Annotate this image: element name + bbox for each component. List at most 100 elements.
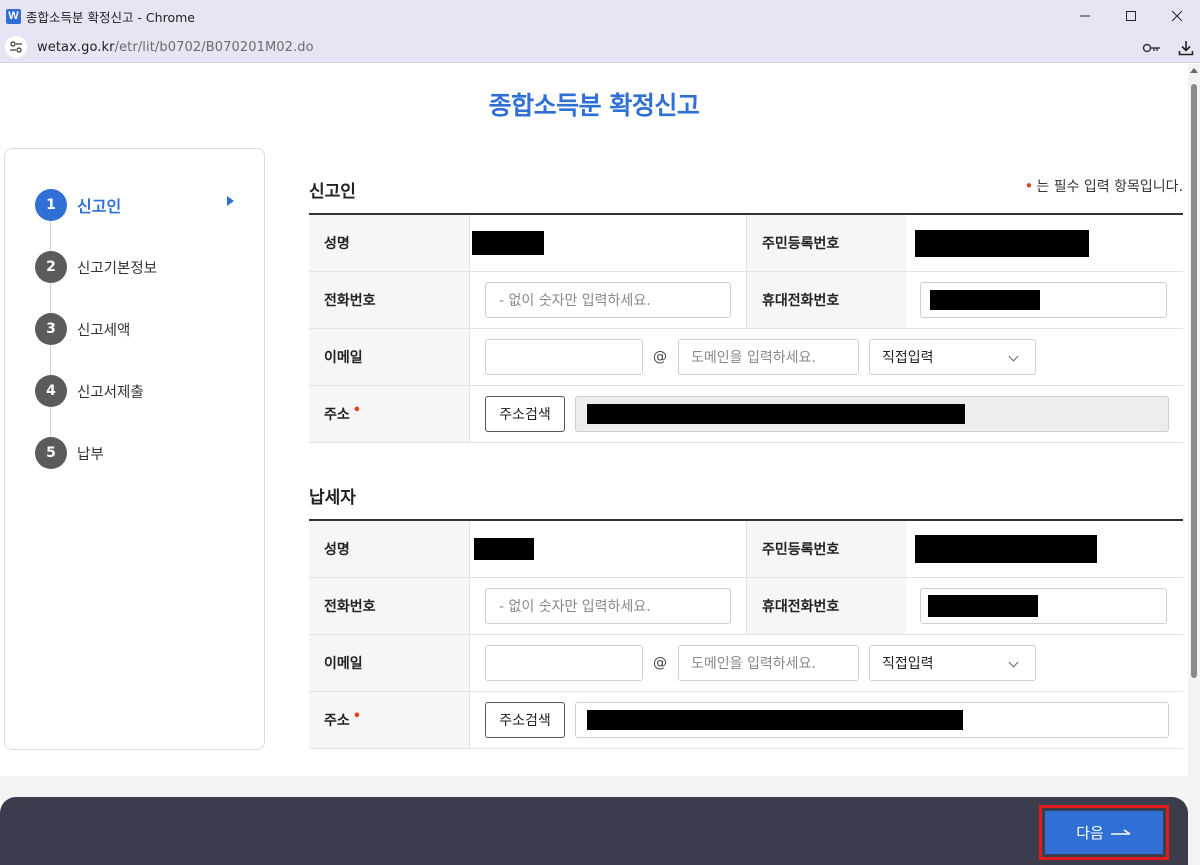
address-label-cell: 주소 • <box>309 386 469 442</box>
phone-cell: - 없이 숫자만 입력하세요. <box>469 272 746 328</box>
mobile-cell <box>906 272 1183 328</box>
name-value <box>469 521 746 577</box>
email-id-input[interactable] <box>485 645 643 681</box>
next-button[interactable]: 다음 <box>1045 811 1163 854</box>
email-label: 이메일 <box>309 635 469 691</box>
url-field[interactable]: wetax.go.kr/etr/lit/b0702/B070201M02.do <box>37 40 314 55</box>
table-row: 이메일 @ 도메인을 입력하세요. 직접입력 <box>309 329 1183 386</box>
email-at-sign: @ <box>653 655 667 671</box>
minimize-button[interactable] <box>1062 0 1108 32</box>
page-content: 종합소득분 확정신고 1 신고인 2 신고기본정보 3 신고세액 4 신고서제출… <box>0 64 1188 865</box>
redacted-block <box>587 404 965 424</box>
step-5[interactable]: 5 납부 <box>35 437 104 469</box>
step-number: 4 <box>35 375 67 407</box>
step-number: 5 <box>35 437 67 469</box>
step-4[interactable]: 4 신고서제출 <box>35 375 144 407</box>
address-field <box>575 396 1169 432</box>
address-cell: 주소검색 <box>469 386 1183 442</box>
phone-cell: - 없이 숫자만 입력하세요. <box>469 578 746 634</box>
step-label: 신고세액 <box>77 322 131 339</box>
address-cell: 주소검색 <box>469 692 1183 748</box>
step-number: 2 <box>35 251 67 283</box>
email-cell: @ 도메인을 입력하세요. 직접입력 <box>469 329 1183 385</box>
mobile-input[interactable] <box>920 282 1167 318</box>
step-2[interactable]: 2 신고기본정보 <box>35 251 157 283</box>
name-value <box>469 215 746 271</box>
name-label: 성명 <box>309 521 469 577</box>
url-path: /etr/lit/b0702/B070201M02.do <box>114 39 314 55</box>
rrn-value <box>906 521 1183 577</box>
step-label: 신고인 <box>77 197 122 216</box>
scroll-thumb[interactable] <box>1191 84 1197 678</box>
app-icon: W <box>6 8 21 24</box>
step-1[interactable]: 1 신고인 <box>35 189 121 221</box>
chevron-down-icon <box>1008 657 1019 668</box>
redacted-block <box>472 231 544 255</box>
next-button-label: 다음 <box>1076 824 1104 842</box>
step-3[interactable]: 3 신고세액 <box>35 313 130 345</box>
required-dot-icon: • <box>1024 177 1034 195</box>
mobile-cell <box>906 578 1183 634</box>
maximize-button[interactable] <box>1108 0 1154 32</box>
download-icon[interactable] <box>1178 40 1194 56</box>
address-search-button[interactable]: 주소검색 <box>485 396 565 432</box>
step-label: 납부 <box>77 446 104 463</box>
redacted-block <box>474 538 534 560</box>
step-number: 1 <box>35 189 67 221</box>
redacted-block <box>587 710 963 730</box>
mobile-label: 휴대전화번호 <box>746 578 906 634</box>
table-row: 성명 주민등록번호 <box>309 215 1183 272</box>
step-navigator: 1 신고인 2 신고기본정보 3 신고세액 4 신고서제출 5 납부 <box>4 148 265 750</box>
name-label: 성명 <box>309 215 469 271</box>
password-key-icon[interactable] <box>1142 41 1162 55</box>
email-domain-select[interactable]: 직접입력 <box>869 645 1036 681</box>
address-bar: wetax.go.kr/etr/lit/b0702/B070201M02.do <box>0 32 1200 63</box>
email-domain-select[interactable]: 직접입력 <box>869 339 1036 375</box>
address-label-cell: 주소 • <box>309 692 469 748</box>
select-value: 직접입력 <box>882 350 934 366</box>
active-step-arrow-icon <box>227 196 234 206</box>
close-button[interactable] <box>1154 0 1200 32</box>
table-row: 주소 • 주소검색 <box>309 386 1183 443</box>
email-label: 이메일 <box>309 329 469 385</box>
phone-label: 전화번호 <box>309 578 469 634</box>
address-field[interactable] <box>575 702 1169 738</box>
chevron-down-icon <box>1008 351 1019 362</box>
maximize-icon <box>1126 11 1136 21</box>
required-dot-icon: • <box>352 708 362 724</box>
step-label: 신고기본정보 <box>77 260 158 277</box>
mobile-input[interactable] <box>920 588 1167 624</box>
phone-label: 전화번호 <box>309 272 469 328</box>
email-domain-input[interactable]: 도메인을 입력하세요. <box>678 339 859 375</box>
select-value: 직접입력 <box>882 656 934 672</box>
redacted-block <box>928 595 1038 617</box>
page-title: 종합소득분 확정신고 <box>488 91 700 120</box>
table-row: 주소 • 주소검색 <box>309 692 1183 749</box>
url-host: wetax.go.kr <box>37 39 115 55</box>
required-note-text: 는 필수 입력 항목입니다. <box>1036 179 1183 195</box>
redacted-block <box>915 229 1089 257</box>
rrn-value <box>906 215 1183 271</box>
phone-input[interactable]: - 없이 숫자만 입력하세요. <box>485 282 731 318</box>
window-titlebar: W 종합소득분 확정신고 - Chrome <box>0 0 1200 32</box>
address-search-button[interactable]: 주소검색 <box>485 702 565 738</box>
table-row: 전화번호 - 없이 숫자만 입력하세요. 휴대전화번호 <box>309 578 1183 635</box>
bottom-action-bar <box>0 797 1188 865</box>
window-title: 종합소득분 확정신고 - Chrome <box>26 9 195 25</box>
table-row: 전화번호 - 없이 숫자만 입력하세요. 휴대전화번호 <box>309 272 1183 329</box>
email-id-input[interactable] <box>485 339 643 375</box>
taxpayer-form-table: 성명 주민등록번호 전화번호 - 없이 숫자만 입력하세요. 휴대전화번호 이메… <box>309 519 1183 749</box>
close-icon <box>1171 10 1183 22</box>
required-note: • 는 필수 입력 항목입니다. <box>1025 176 1183 196</box>
step-number: 3 <box>35 313 67 345</box>
rrn-label: 주민등록번호 <box>746 215 906 271</box>
tune-icon <box>10 41 22 53</box>
email-domain-input[interactable]: 도메인을 입력하세요. <box>678 645 859 681</box>
taxpayer-section-title: 납세자 <box>309 488 356 508</box>
scroll-up-arrow-icon[interactable] <box>1190 68 1198 73</box>
reporter-section-title: 신고인 <box>309 182 356 202</box>
site-info-button[interactable] <box>5 36 27 58</box>
page-scrollbar[interactable] <box>1188 64 1200 865</box>
phone-input[interactable]: - 없이 숫자만 입력하세요. <box>485 588 731 624</box>
next-button-highlight: 다음 <box>1039 805 1169 860</box>
